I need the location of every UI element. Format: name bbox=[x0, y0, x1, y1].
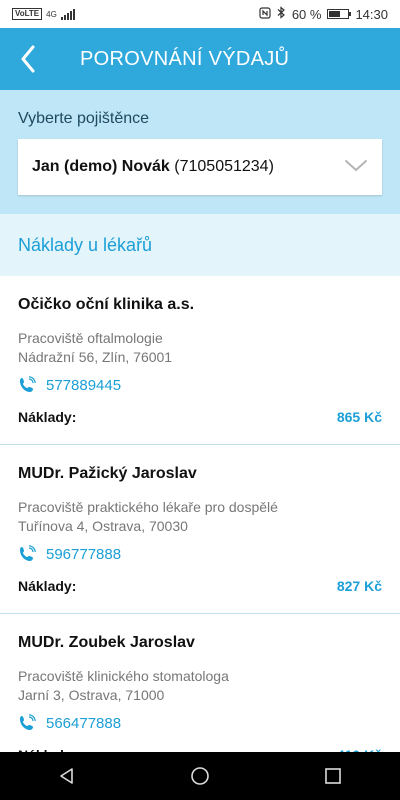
app-bar: POROVNÁNÍ VÝDAJŮ bbox=[0, 28, 400, 90]
provider-type: Pracoviště klinického stomatologa bbox=[18, 668, 229, 684]
provider-card[interactable]: MUDr. Pažický Jaroslav Pracoviště prakti… bbox=[0, 445, 400, 614]
provider-name: Očičko oční klinika a.s. bbox=[18, 296, 195, 313]
insured-id: (7105051234) bbox=[174, 158, 274, 175]
back-nav-button[interactable] bbox=[37, 752, 97, 800]
cost-label: Náklady: bbox=[18, 578, 77, 594]
phone-icon bbox=[20, 714, 36, 730]
battery-percent: 60 % bbox=[291, 6, 322, 22]
chevron-left-icon bbox=[21, 45, 35, 73]
status-left: VoLTE 4G bbox=[12, 8, 75, 20]
provider-list: Očičko oční klinika a.s. Pracoviště ofta… bbox=[0, 276, 400, 783]
recents-nav-button[interactable] bbox=[303, 752, 363, 800]
provider-address: Jarní 3, Ostrava, 71000 bbox=[18, 687, 165, 703]
square-recents-icon bbox=[325, 768, 342, 784]
phone-link[interactable]: 577889445 bbox=[18, 376, 121, 394]
phone-number: 566477888 bbox=[46, 714, 122, 732]
provider-type: Pracoviště oftalmologie bbox=[18, 330, 163, 346]
provider-address: Tuřínova 4, Ostrava, 70030 bbox=[18, 518, 188, 534]
provider-card[interactable]: Očičko oční klinika a.s. Pracoviště ofta… bbox=[0, 276, 400, 445]
signal-icon bbox=[60, 8, 75, 20]
bluetooth-icon bbox=[277, 6, 286, 22]
phone-number: 596777888 bbox=[46, 545, 122, 563]
phone-number: 577889445 bbox=[46, 376, 122, 394]
phone-link[interactable]: 596777888 bbox=[18, 545, 121, 563]
cost-value: 865 Kč bbox=[336, 409, 382, 425]
back-button[interactable] bbox=[0, 28, 56, 90]
volte-badge: VoLTE bbox=[12, 8, 43, 20]
section-header: Náklady u lékařů bbox=[0, 214, 400, 276]
battery-icon bbox=[327, 9, 352, 19]
circle-home-icon bbox=[191, 767, 209, 785]
cost-label: Náklady: bbox=[18, 409, 77, 425]
provider-address: Nádražní 56, Zlín, 76001 bbox=[18, 349, 173, 365]
triangle-back-icon bbox=[59, 768, 73, 784]
provider-name: MUDr. Pažický Jaroslav bbox=[18, 465, 197, 482]
provider-name: MUDr. Zoubek Jaroslav bbox=[18, 634, 195, 651]
network-type: 4G bbox=[46, 9, 57, 19]
insured-select[interactable]: Jan (demo) Novák (7105051234) bbox=[18, 139, 382, 195]
status-bar: VoLTE 4G 60 % 14:30 bbox=[0, 0, 400, 28]
chevron-down-icon bbox=[345, 160, 367, 172]
status-right: 60 % 14:30 bbox=[259, 6, 388, 22]
section-title: Náklady u lékařů bbox=[18, 235, 153, 255]
system-nav-bar bbox=[0, 752, 400, 800]
nfc-icon bbox=[259, 6, 271, 22]
picker-value: Jan (demo) Novák (7105051234) bbox=[32, 158, 274, 176]
home-nav-button[interactable] bbox=[170, 752, 230, 800]
phone-link[interactable]: 566477888 bbox=[18, 714, 121, 732]
phone-icon bbox=[20, 545, 36, 561]
clock: 14:30 bbox=[355, 6, 388, 22]
page-title: POROVNÁNÍ VÝDAJŮ bbox=[80, 47, 290, 70]
picker-label: Vyberte pojištěnce bbox=[18, 110, 150, 127]
phone-icon bbox=[20, 376, 36, 392]
cost-value: 827 Kč bbox=[336, 578, 382, 594]
provider-type: Pracoviště praktického lékaře pro dospěl… bbox=[18, 499, 278, 515]
insured-name: Jan (demo) Novák bbox=[32, 158, 170, 175]
